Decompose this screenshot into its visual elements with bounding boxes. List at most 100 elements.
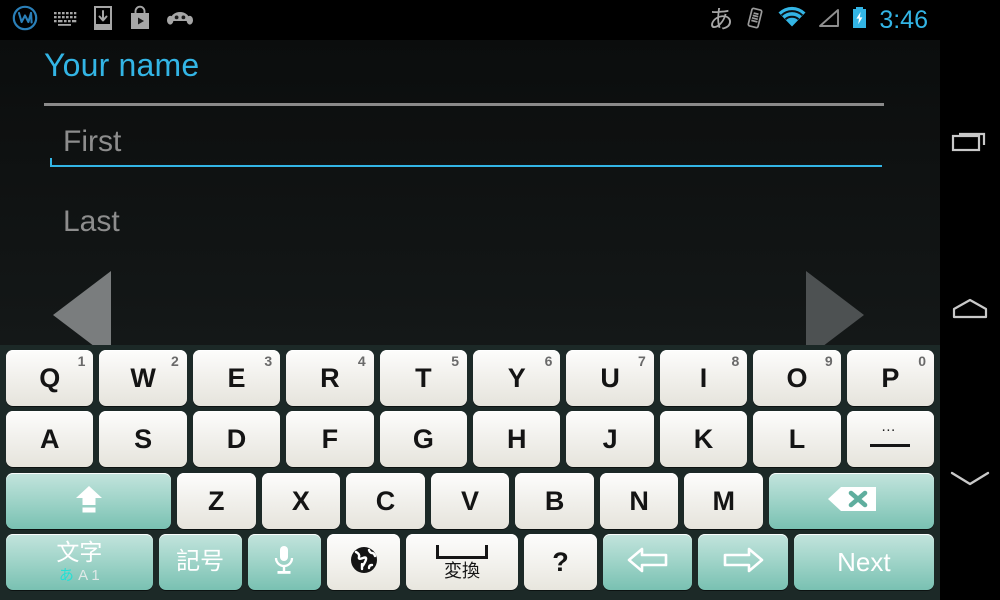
recents-button[interactable] <box>940 78 1000 210</box>
key-shift[interactable] <box>6 473 171 529</box>
key-label: U <box>600 362 620 393</box>
keyboard-row-1: Q1 W2 E3 R4 T5 Y6 U7 I8 O9 P0 <box>0 345 940 407</box>
key-label: 記号 <box>176 548 225 575</box>
key-z[interactable]: Z <box>177 473 256 529</box>
key-alt-number: 4 <box>357 353 366 369</box>
key-s[interactable]: S <box>99 411 187 467</box>
key-f[interactable]: F <box>286 411 374 467</box>
key-l[interactable]: L <box>753 411 841 467</box>
vibrate-icon <box>742 5 768 36</box>
device-screen: あ 3:46 Your name First Last Q 1 W 2 E 3 … <box>0 0 1000 600</box>
key-t[interactable]: T5 <box>379 350 468 406</box>
key-mode-moji[interactable]: 文字 あ A 1 <box>6 534 153 590</box>
home-button[interactable] <box>940 246 1000 378</box>
dots-icon: … <box>880 418 900 435</box>
key-label: J <box>602 423 618 454</box>
mode-key-labels: 文字 あ A 1 <box>56 541 102 584</box>
key-alt-number: 6 <box>544 353 553 369</box>
key-k[interactable]: K <box>659 411 748 467</box>
key-x[interactable]: X <box>261 473 341 529</box>
hide-keyboard-button[interactable] <box>940 414 1000 546</box>
android-head-icon <box>166 5 194 36</box>
key-c[interactable]: C <box>346 473 425 529</box>
key-label: A <box>39 423 60 454</box>
key-arrow-right[interactable] <box>698 534 788 590</box>
title-divider <box>44 103 884 106</box>
nav-previous-arrow[interactable] <box>53 271 111 345</box>
key-label: I <box>699 362 708 393</box>
key-label: H <box>506 423 527 454</box>
first-name-field[interactable]: First <box>50 125 882 167</box>
key-h[interactable]: H <box>473 411 561 467</box>
key-a[interactable]: A <box>6 411 94 467</box>
key-d[interactable]: D <box>192 411 281 467</box>
key-label: B <box>544 485 565 516</box>
signal-icon <box>816 5 842 36</box>
key-label: D <box>226 423 247 454</box>
key-symbols[interactable]: 記号 <box>158 534 242 590</box>
key-label: R <box>320 362 340 393</box>
key-label: S <box>134 423 153 454</box>
key-label: P <box>881 362 900 393</box>
key-q[interactable]: Q1 <box>6 350 94 406</box>
key-label: Y <box>507 362 526 393</box>
app-w-icon <box>12 5 38 36</box>
keyboard-row-3: Z X C V B N M <box>0 469 940 531</box>
key-o[interactable]: O9 <box>753 350 841 406</box>
key-space-henkan[interactable]: 変換 <box>406 534 518 590</box>
key-n[interactable]: N <box>599 473 679 529</box>
status-system-icons: あ 3:46 <box>708 5 940 36</box>
key-label: Z <box>208 485 225 516</box>
ime-japanese-icon: あ <box>708 5 734 34</box>
key-i[interactable]: I8 <box>659 350 748 406</box>
key-r[interactable]: R4 <box>286 350 374 406</box>
system-navigation-bar <box>940 0 1000 600</box>
key-g[interactable]: G <box>379 411 468 467</box>
app-content-area: Your name First Last <box>0 40 940 345</box>
key-j[interactable]: J <box>566 411 654 467</box>
key-label: G <box>412 423 434 454</box>
key-b[interactable]: B <box>515 473 594 529</box>
last-name-underline <box>50 245 882 247</box>
key-backspace[interactable] <box>769 473 935 529</box>
recents-icon <box>950 125 990 164</box>
nav-next-arrow[interactable] <box>806 271 864 345</box>
key-u[interactable]: U7 <box>566 350 654 406</box>
key-label: O <box>786 362 808 393</box>
key-label: W <box>130 362 156 393</box>
dash-icon <box>870 443 911 447</box>
space-bar-icon <box>436 544 489 559</box>
key-alt-number: 9 <box>824 353 833 369</box>
key-next[interactable]: Next <box>793 534 935 590</box>
key-e[interactable]: E3 <box>192 350 281 406</box>
wifi-icon <box>777 5 807 36</box>
key-m[interactable]: M <box>684 473 764 529</box>
key-alt-number: 3 <box>264 353 273 369</box>
key-language-switch[interactable] <box>326 534 401 590</box>
key-alt-number: 8 <box>731 353 740 369</box>
status-notification-icons <box>0 5 194 36</box>
key-voice-input[interactable] <box>247 534 321 590</box>
globe-icon <box>347 543 381 582</box>
key-alt-number: 5 <box>451 353 460 369</box>
keyboard-row-4: 文字 あ A 1 記号 変換 ? Next <box>0 531 940 593</box>
key-question[interactable]: ? <box>523 534 598 590</box>
key-label: T <box>415 362 432 393</box>
key-y[interactable]: Y6 <box>473 350 561 406</box>
status-clock: 3:46 <box>879 5 928 34</box>
key-label: K <box>693 423 714 454</box>
soft-keyboard: Q1 W2 E3 R4 T5 Y6 U7 I8 O9 P0 A S D F G … <box>0 345 940 600</box>
key-v[interactable]: V <box>430 473 510 529</box>
last-name-input[interactable]: Last <box>50 205 882 245</box>
key-label: N <box>629 485 649 516</box>
battery-charging-icon <box>851 5 868 36</box>
key-arrow-left[interactable] <box>603 534 693 590</box>
key-symbols-more[interactable]: … <box>846 411 935 467</box>
first-name-input[interactable]: First <box>50 125 882 165</box>
key-w[interactable]: W2 <box>99 350 187 406</box>
key-p[interactable]: P0 <box>846 350 935 406</box>
backspace-icon <box>824 484 880 519</box>
home-icon <box>950 295 990 330</box>
shift-up-arrow-icon <box>69 482 109 521</box>
last-name-field[interactable]: Last <box>50 205 882 247</box>
